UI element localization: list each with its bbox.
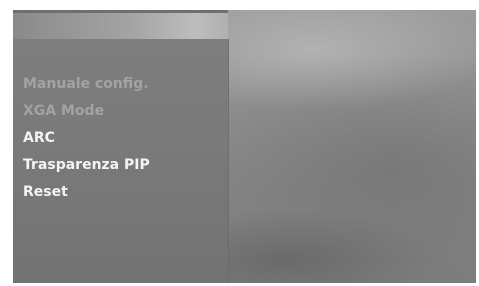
settings-menu-panel: Manuale config. XGA Mode ARC Trasparenza… bbox=[13, 39, 229, 283]
menu-item-manual-config: Manuale config. bbox=[23, 76, 149, 92]
menu-item-reset[interactable]: Reset bbox=[23, 179, 150, 206]
menu-header-bar bbox=[13, 10, 228, 39]
menu-item-xga-mode: XGA Mode bbox=[23, 103, 105, 119]
menu-list: Manuale config. XGA Mode ARC Trasparenza… bbox=[23, 71, 150, 206]
menu-item-pip-transparency[interactable]: Trasparenza PIP bbox=[23, 152, 150, 179]
menu-item-arc[interactable]: ARC bbox=[23, 125, 150, 152]
tv-screen: Manuale config. XGA Mode ARC Trasparenza… bbox=[13, 10, 476, 283]
